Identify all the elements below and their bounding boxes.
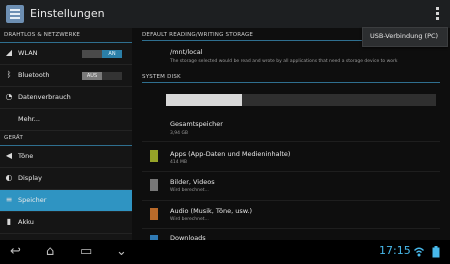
default-storage-path[interactable]: /mnt/local (170, 48, 203, 56)
battery-icon: ▮ (6, 217, 12, 226)
audio-color-swatch (150, 208, 158, 220)
wlan-label: WLAN (18, 49, 38, 57)
storage-row-apps-title[interactable]: Apps (App-Daten und Medieninhalte) (170, 150, 290, 158)
section-system-disk: SYSTEM DISK (142, 74, 181, 80)
default-storage-description: The storage selected would be read and w… (170, 59, 398, 64)
settings-item-storage[interactable]: ≡ Speicher (0, 190, 132, 212)
home-icon[interactable]: ⌂ (46, 245, 54, 258)
storage-label: Speicher (18, 196, 47, 204)
battery-label: Akku (18, 218, 34, 226)
bluetooth-label: Bluetooth (18, 71, 50, 79)
wifi-signal-icon (414, 247, 424, 257)
storage-row-total-title: Gesamtspeicher (170, 120, 223, 128)
settings-item-wlan[interactable]: ◢ WLAN AN (0, 43, 132, 65)
section-device: GERÄT (0, 131, 132, 146)
wifi-icon: ◢ (5, 48, 13, 57)
storage-icon: ≡ (5, 195, 13, 204)
overflow-menu-icon[interactable] (436, 7, 440, 21)
apps-color-swatch (150, 150, 158, 162)
app-title: Einstellungen (30, 7, 105, 20)
settings-item-battery[interactable]: ▮ Akku (0, 212, 132, 234)
usb-connection-menu-item[interactable]: USB-Verbindung (PC) (370, 32, 438, 40)
brightness-icon: ◐ (5, 173, 13, 182)
settings-item-display[interactable]: ◐ Display (0, 168, 132, 190)
status-clock: 17:15 (379, 244, 411, 257)
battery-status-icon (432, 246, 440, 258)
data-usage-icon: ◔ (5, 92, 13, 101)
bluetooth-toggle[interactable]: AUS (82, 72, 122, 80)
settings-item-sounds[interactable]: ◀ Töne (0, 146, 132, 168)
recent-apps-icon[interactable]: ▭ (80, 245, 92, 258)
more-label: Mehr... (18, 115, 41, 123)
data-usage-label: Datenverbrauch (18, 93, 71, 101)
storage-usage-bar-used (166, 94, 242, 106)
action-bar: Einstellungen (0, 0, 450, 29)
sounds-label: Töne (18, 152, 34, 160)
settings-item-data-usage[interactable]: ◔ Datenverbrauch (0, 87, 132, 109)
storage-row-total-value: 3,94 GB (170, 131, 189, 136)
storage-row-audio-title[interactable]: Audio (Musik, Töne, usw.) (170, 207, 252, 215)
storage-details: DEFAULT READING/WRITING STORAGE /mnt/loc… (132, 28, 450, 247)
system-navigation-bar: ↩ ⌂ ▭ ⌄ 17:15 (0, 240, 450, 264)
storage-row-images-value: Wird berechnet... (170, 188, 209, 193)
wlan-toggle-state: AN (102, 50, 122, 58)
section-default-storage: DEFAULT READING/WRITING STORAGE (142, 32, 254, 38)
bluetooth-icon: ᛒ (6, 70, 12, 79)
wlan-toggle[interactable]: AN (82, 50, 122, 58)
images-color-swatch (150, 179, 158, 191)
back-icon[interactable]: ↩ (10, 245, 21, 258)
storage-row-images-title[interactable]: Bilder, Videos (170, 178, 215, 186)
hide-keyboard-icon[interactable]: ⌄ (116, 245, 127, 258)
settings-app-icon[interactable] (6, 5, 24, 23)
volume-icon: ◀ (5, 151, 13, 160)
section-divider (142, 82, 440, 83)
overflow-popup-menu: USB-Verbindung (PC) (362, 27, 448, 47)
display-label: Display (18, 174, 42, 182)
settings-item-more[interactable]: Mehr... (0, 109, 132, 131)
settings-screen: Einstellungen DRAHTLOS & NETZWERKE ◢ WLA… (0, 0, 450, 264)
settings-list: DRAHTLOS & NETZWERKE ◢ WLAN AN ᛒ Bluetoo… (0, 28, 132, 240)
storage-row-apps-value: 414 MB (170, 160, 187, 165)
settings-item-bluetooth[interactable]: ᛒ Bluetooth AUS (0, 65, 132, 87)
bluetooth-toggle-state: AUS (82, 72, 102, 80)
storage-row-audio-value: Wird berechnet... (170, 217, 209, 222)
section-wireless-networks: DRAHTLOS & NETZWERKE (0, 28, 132, 43)
